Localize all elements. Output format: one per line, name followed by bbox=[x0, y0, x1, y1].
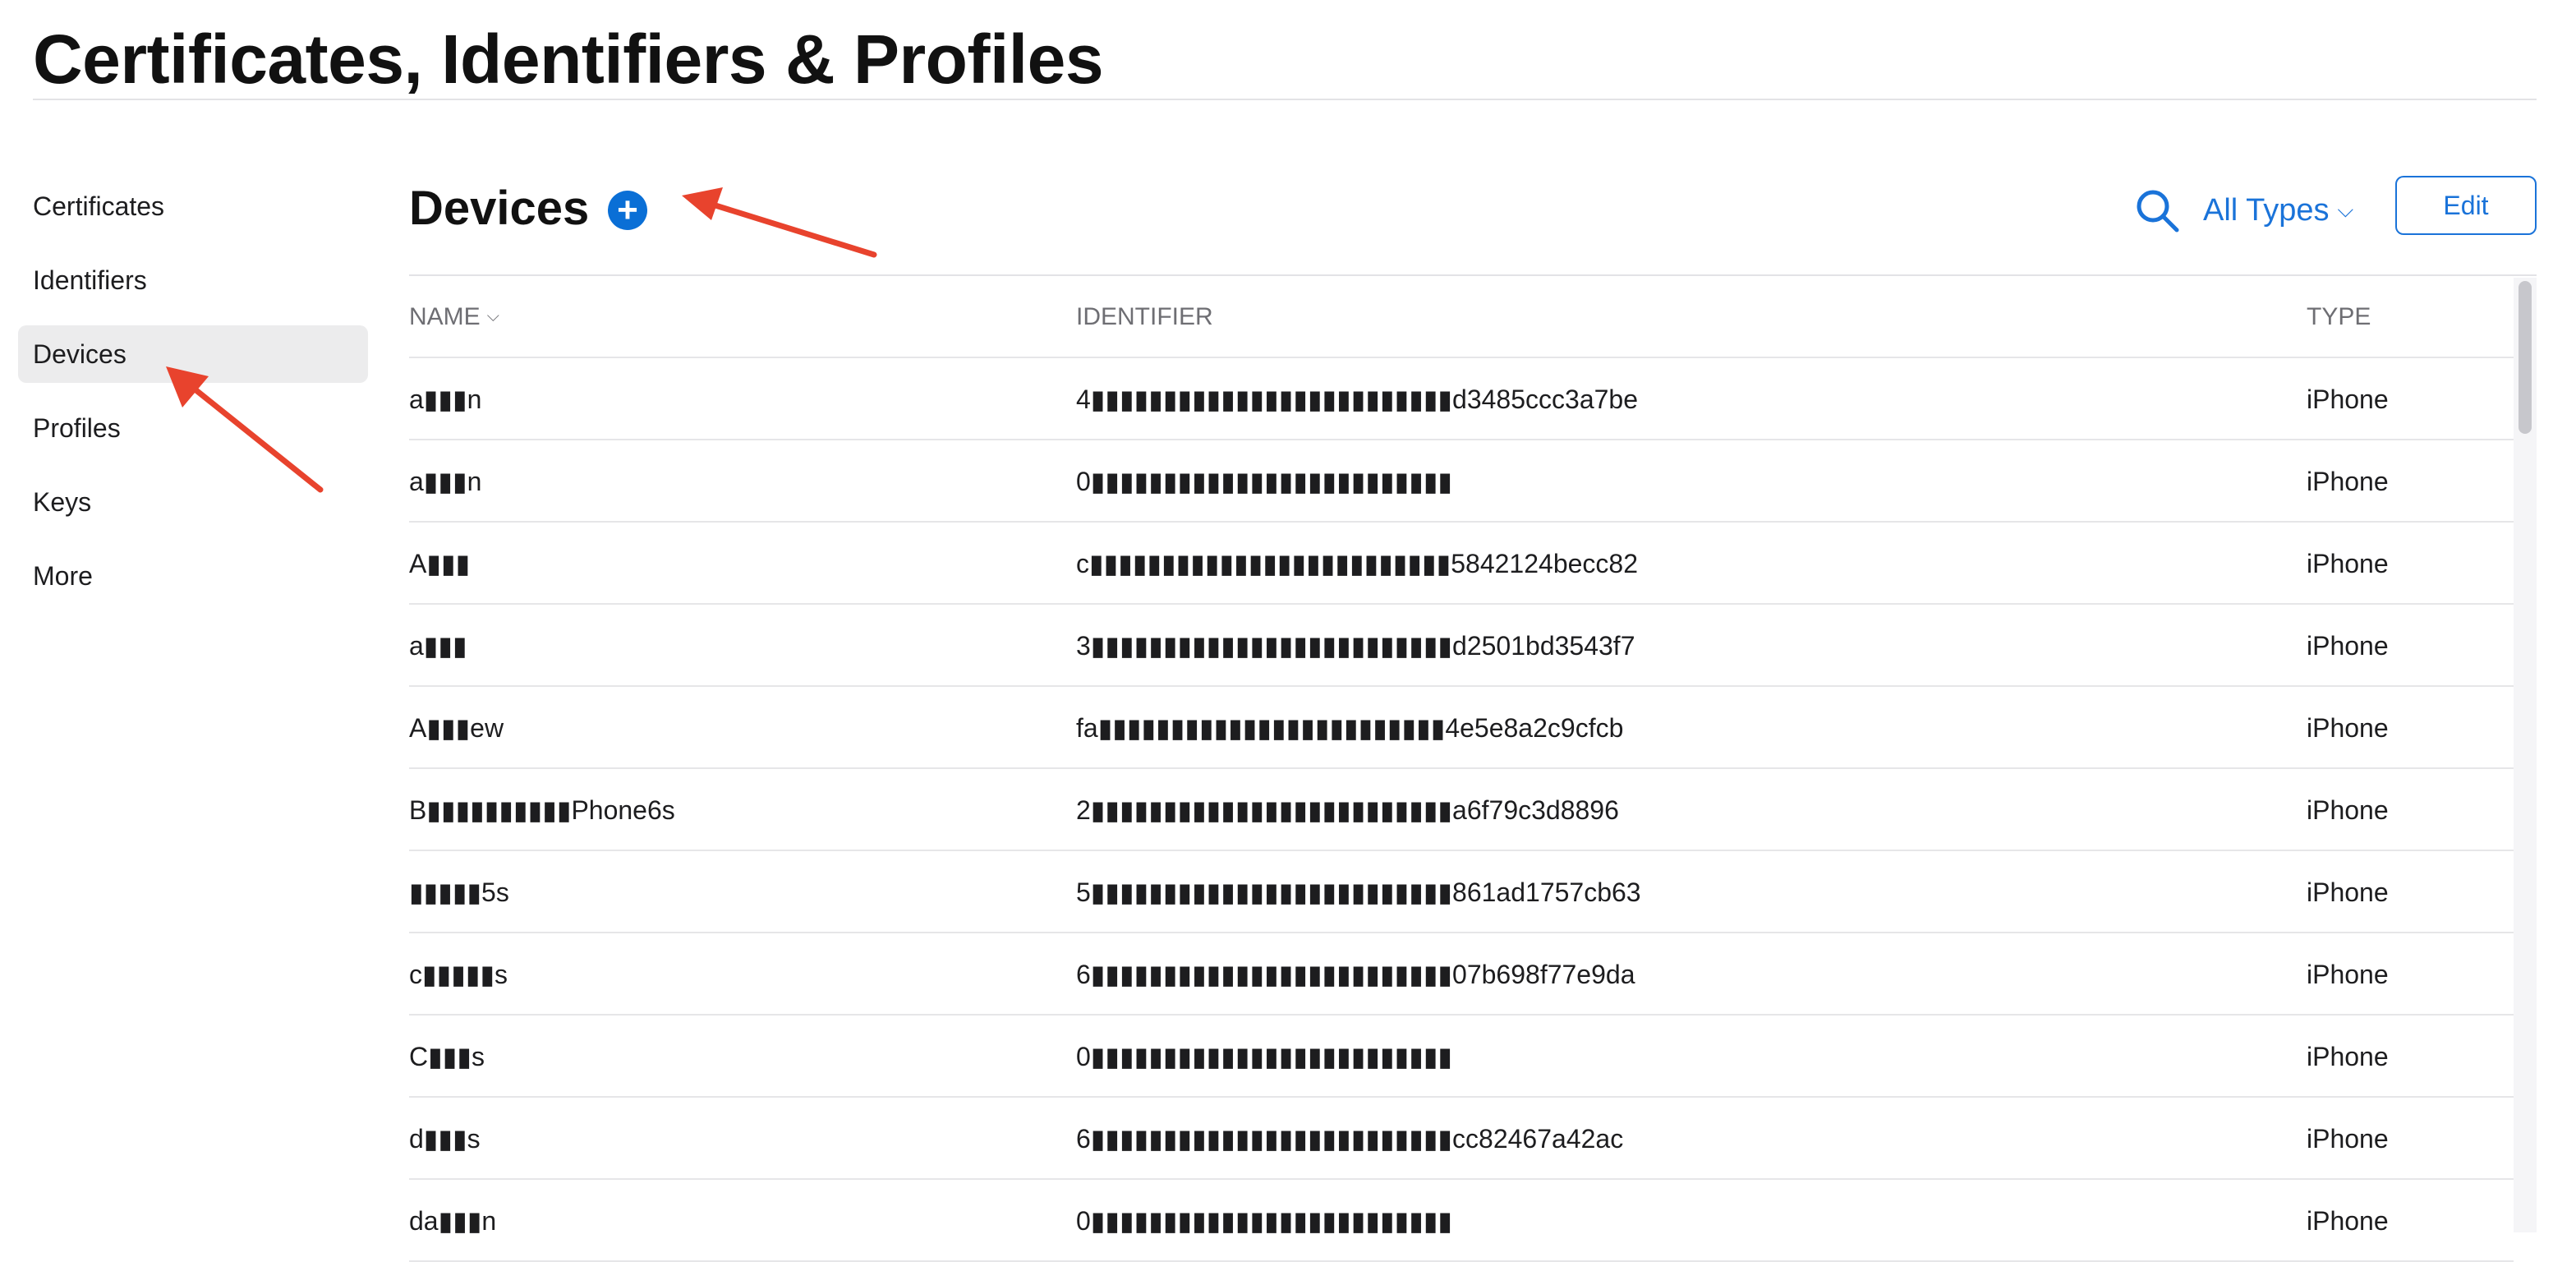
table-header: NAME ⌵ IDENTIFIER TYPE bbox=[409, 276, 2514, 358]
device-identifier-cell: 4▮▮▮▮▮▮▮▮▮▮▮▮▮▮▮▮▮▮▮▮▮▮▮▮▮d3485ccc3a7be bbox=[1076, 385, 1638, 414]
sidebar-item-profiles[interactable]: Profiles bbox=[18, 399, 368, 457]
table-row[interactable]: A▮▮▮ c▮▮▮▮▮▮▮▮▮▮▮▮▮▮▮▮▮▮▮▮▮▮▮▮▮5842124bec… bbox=[409, 523, 2514, 605]
column-header-type: TYPE bbox=[2307, 303, 2371, 330]
sidebar: Certificates Identifiers Devices Profile… bbox=[18, 177, 368, 621]
sidebar-item-identifiers[interactable]: Identifiers bbox=[18, 251, 368, 309]
device-name-cell: a▮▮▮n bbox=[409, 467, 482, 496]
table-row[interactable]: A▮▮▮ew fa▮▮▮▮▮▮▮▮▮▮▮▮▮▮▮▮▮▮▮▮▮▮▮▮4e5e8a2c… bbox=[409, 687, 2514, 769]
device-type-cell: iPhone bbox=[2307, 631, 2389, 661]
search-icon[interactable] bbox=[2132, 186, 2182, 235]
device-identifier-cell: c▮▮▮▮▮▮▮▮▮▮▮▮▮▮▮▮▮▮▮▮▮▮▮▮▮5842124becc82 bbox=[1076, 549, 1638, 578]
devices-table: NAME ⌵ IDENTIFIER TYPE a▮▮▮n 4▮▮▮▮▮▮▮▮▮▮▮▮… bbox=[409, 276, 2514, 1262]
table-row[interactable]: a▮▮▮n 0▮▮▮▮▮▮▮▮▮▮▮▮▮▮▮▮▮▮▮▮▮▮▮▮▮ iPhone bbox=[409, 440, 2514, 523]
device-type-cell: iPhone bbox=[2307, 713, 2389, 743]
table-row[interactable]: da▮▮▮n 0▮▮▮▮▮▮▮▮▮▮▮▮▮▮▮▮▮▮▮▮▮▮▮▮▮ iPhone bbox=[409, 1180, 2514, 1262]
device-name-cell: A▮▮▮ew bbox=[409, 713, 504, 743]
table-row[interactable]: a▮▮▮ 3▮▮▮▮▮▮▮▮▮▮▮▮▮▮▮▮▮▮▮▮▮▮▮▮▮d2501bd354… bbox=[409, 605, 2514, 687]
section-title: Devices bbox=[409, 182, 590, 235]
device-identifier-cell: 6▮▮▮▮▮▮▮▮▮▮▮▮▮▮▮▮▮▮▮▮▮▮▮▮▮cc82467a42ac bbox=[1076, 1124, 1624, 1154]
device-type-cell: iPhone bbox=[2307, 960, 2389, 989]
device-name-cell: d▮▮▮s bbox=[409, 1124, 481, 1154]
device-type-cell: iPhone bbox=[2307, 1206, 2389, 1236]
plus-circle-icon: + bbox=[617, 190, 638, 230]
device-identifier-cell: 0▮▮▮▮▮▮▮▮▮▮▮▮▮▮▮▮▮▮▮▮▮▮▮▮▮ bbox=[1076, 1206, 1453, 1236]
device-type-cell: iPhone bbox=[2307, 1124, 2389, 1154]
device-type-cell: iPhone bbox=[2307, 795, 2389, 825]
device-type-cell: iPhone bbox=[2307, 467, 2389, 496]
sidebar-item-keys[interactable]: Keys bbox=[18, 473, 368, 531]
sort-chevron-icon: ⌵ bbox=[486, 307, 499, 325]
device-type-cell: iPhone bbox=[2307, 385, 2389, 414]
devices-panel: Devices + All Types ⌵ Edit NAME ⌵ IDENTIFI… bbox=[409, 0, 2537, 1262]
device-name-cell: B▮▮▮▮▮▮▮▮▮▮Phone6s bbox=[409, 795, 675, 825]
table-scrollbar[interactable] bbox=[2514, 278, 2537, 1232]
table-row[interactable]: C▮▮▮s 0▮▮▮▮▮▮▮▮▮▮▮▮▮▮▮▮▮▮▮▮▮▮▮▮▮ iPhone bbox=[409, 1016, 2514, 1098]
device-identifier-cell: 2▮▮▮▮▮▮▮▮▮▮▮▮▮▮▮▮▮▮▮▮▮▮▮▮▮a6f79c3d8896 bbox=[1076, 795, 1619, 825]
sidebar-item-certificates[interactable]: Certificates bbox=[18, 177, 368, 235]
column-header-name[interactable]: NAME ⌵ bbox=[409, 276, 499, 361]
type-filter-dropdown[interactable]: All Types ⌵ bbox=[2203, 186, 2353, 235]
table-row[interactable]: a▮▮▮n 4▮▮▮▮▮▮▮▮▮▮▮▮▮▮▮▮▮▮▮▮▮▮▮▮▮d3485ccc3… bbox=[409, 358, 2514, 440]
device-identifier-cell: 0▮▮▮▮▮▮▮▮▮▮▮▮▮▮▮▮▮▮▮▮▮▮▮▮▮ bbox=[1076, 1042, 1453, 1071]
device-name-cell: a▮▮▮ bbox=[409, 631, 467, 661]
device-name-cell: C▮▮▮s bbox=[409, 1042, 485, 1071]
table-row[interactable]: B▮▮▮▮▮▮▮▮▮▮Phone6s 2▮▮▮▮▮▮▮▮▮▮▮▮▮▮▮▮▮▮▮▮▮… bbox=[409, 769, 2514, 851]
column-name-label: NAME bbox=[409, 303, 481, 330]
column-header-identifier: IDENTIFIER bbox=[1076, 303, 1213, 330]
table-body: a▮▮▮n 4▮▮▮▮▮▮▮▮▮▮▮▮▮▮▮▮▮▮▮▮▮▮▮▮▮d3485ccc3… bbox=[409, 358, 2514, 1262]
device-type-cell: iPhone bbox=[2307, 1042, 2389, 1071]
device-type-cell: iPhone bbox=[2307, 877, 2389, 907]
add-device-button[interactable]: + bbox=[608, 191, 647, 230]
type-filter-label: All Types bbox=[2203, 193, 2330, 228]
chevron-down-icon: ⌵ bbox=[2337, 197, 2354, 222]
device-identifier-cell: 3▮▮▮▮▮▮▮▮▮▮▮▮▮▮▮▮▮▮▮▮▮▮▮▮▮d2501bd3543f7 bbox=[1076, 631, 1635, 661]
edit-button[interactable]: Edit bbox=[2395, 176, 2537, 235]
scrollbar-thumb[interactable] bbox=[2518, 281, 2532, 434]
table-row[interactable]: ▮▮▮▮▮5s 5▮▮▮▮▮▮▮▮▮▮▮▮▮▮▮▮▮▮▮▮▮▮▮▮▮861ad17… bbox=[409, 851, 2514, 933]
device-identifier-cell: 6▮▮▮▮▮▮▮▮▮▮▮▮▮▮▮▮▮▮▮▮▮▮▮▮▮07b698f77e9da bbox=[1076, 960, 1635, 989]
device-identifier-cell: 0▮▮▮▮▮▮▮▮▮▮▮▮▮▮▮▮▮▮▮▮▮▮▮▮▮ bbox=[1076, 467, 1453, 496]
table-row[interactable]: d▮▮▮s 6▮▮▮▮▮▮▮▮▮▮▮▮▮▮▮▮▮▮▮▮▮▮▮▮▮cc82467a4… bbox=[409, 1098, 2514, 1180]
device-name-cell: a▮▮▮n bbox=[409, 385, 482, 414]
device-type-cell: iPhone bbox=[2307, 549, 2389, 578]
device-identifier-cell: fa▮▮▮▮▮▮▮▮▮▮▮▮▮▮▮▮▮▮▮▮▮▮▮▮4e5e8a2c9cfcb bbox=[1076, 713, 1624, 743]
device-name-cell: da▮▮▮n bbox=[409, 1206, 497, 1236]
device-name-cell: c▮▮▮▮▮s bbox=[409, 960, 508, 989]
table-row[interactable]: c▮▮▮▮▮s 6▮▮▮▮▮▮▮▮▮▮▮▮▮▮▮▮▮▮▮▮▮▮▮▮▮07b698f… bbox=[409, 933, 2514, 1016]
sidebar-item-devices[interactable]: Devices bbox=[18, 325, 368, 383]
device-name-cell: A▮▮▮ bbox=[409, 549, 471, 578]
device-name-cell: ▮▮▮▮▮5s bbox=[409, 877, 509, 907]
sidebar-item-more[interactable]: More bbox=[18, 547, 368, 605]
device-identifier-cell: 5▮▮▮▮▮▮▮▮▮▮▮▮▮▮▮▮▮▮▮▮▮▮▮▮▮861ad1757cb63 bbox=[1076, 877, 1641, 907]
